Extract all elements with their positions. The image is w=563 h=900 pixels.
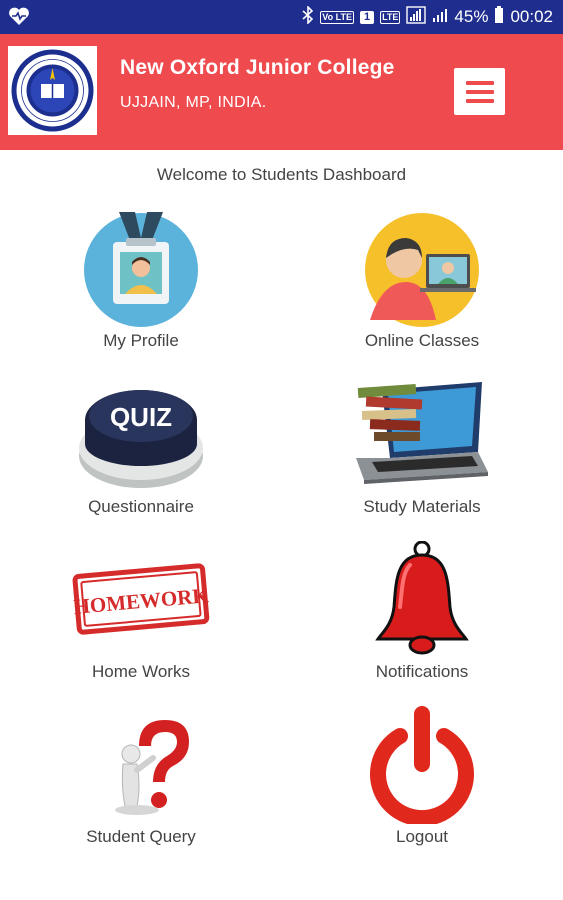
tile-my-profile[interactable]: My Profile [41,210,241,360]
power-icon [362,706,482,827]
tile-label: Logout [396,827,448,846]
tile-student-query[interactable]: Student Query [41,706,241,856]
status-bar: Vo LTE 1 LTE 45% 00:02 [0,0,563,34]
bluetooth-icon [302,4,314,29]
tile-questionnaire[interactable]: QUIZ Questionnaire [41,376,241,526]
sim-icon: 1 [359,10,375,24]
bell-icon [362,540,482,659]
menu-bar [465,80,494,85]
laptop-books-icon [352,376,492,494]
tile-online-classes[interactable]: Online Classes [322,210,522,360]
question-mark-icon [81,706,201,824]
battery-icon [494,5,504,29]
tile-label: Home Works [92,662,190,681]
lte-icon: LTE [380,10,401,24]
college-logo [8,46,97,135]
online-classes-icon [362,210,482,328]
quiz-button-icon: QUIZ [76,376,206,494]
volte-icon: Vo LTE [320,10,354,24]
profile-badge-icon [81,210,201,328]
battery-percent: 45% [454,7,489,26]
tile-label: Online Classes [364,331,480,350]
hamburger-menu-button[interactable] [454,68,505,115]
signal-2-icon [432,7,448,28]
college-location: UJJAIN, MP, INDIA. [120,94,267,111]
tile-label: Questionnaire [88,497,194,516]
tile-label: My Profile [103,331,179,350]
app-header: New Oxford Junior College UJJAIN, MP, IN… [0,34,563,150]
tile-label: Study Materials [363,497,481,516]
homework-stamp-icon: HOMEWORK [71,541,211,659]
clock: 00:02 [510,7,553,26]
tile-study-materials[interactable]: Study Materials [322,376,522,526]
tile-notifications[interactable]: Notifications [322,540,522,691]
menu-bar [465,98,494,103]
menu-bar [465,89,494,94]
tile-label: Notifications [375,662,469,681]
tile-home-works[interactable]: HOMEWORK Home Works [41,541,241,691]
heart-icon [8,6,30,31]
college-name: New Oxford Junior College [120,56,395,79]
tile-logout[interactable]: Logout [322,706,522,856]
signal-icon [406,5,427,29]
tile-label: Student Query [86,827,196,846]
welcome-heading: Welcome to Students Dashboard [156,165,407,184]
quiz-text: QUIZ [110,402,172,432]
